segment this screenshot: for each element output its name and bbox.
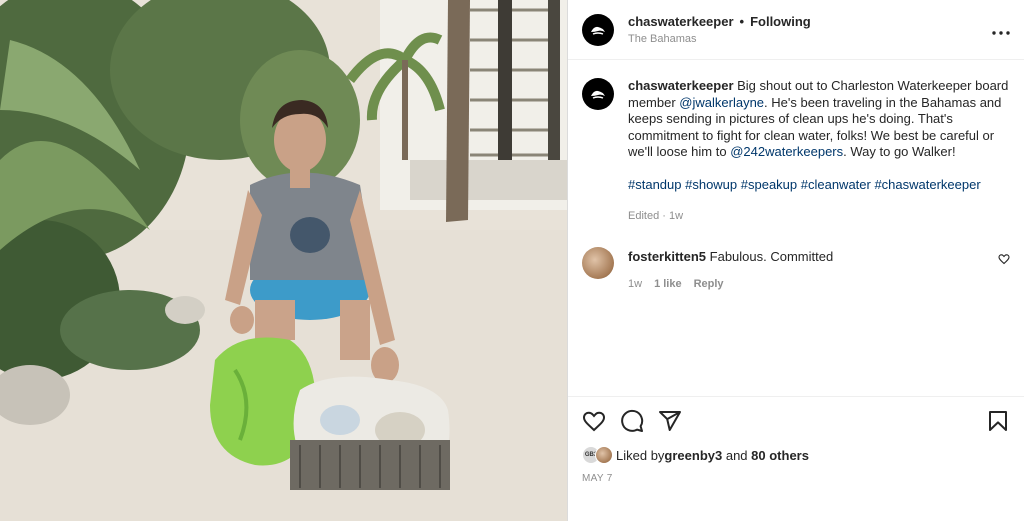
post-image xyxy=(0,0,567,521)
caption: chaswaterkeeper Big shout out to Charles… xyxy=(582,78,1010,225)
caption-username[interactable]: chaswaterkeeper xyxy=(628,78,734,93)
comment-item: fosterkitten5 Fabulous. Committed 1w 1 l… xyxy=(582,246,1010,290)
username-link[interactable]: chaswaterkeeper xyxy=(628,14,734,29)
comment-meta: 1w 1 like Reply xyxy=(628,278,833,290)
commenter-avatar[interactable] xyxy=(582,246,614,279)
avatar[interactable] xyxy=(582,13,614,46)
comment-likes[interactable]: 1 like xyxy=(654,278,682,290)
waterkeeper-logo-icon xyxy=(587,18,609,41)
liked-by-and: and xyxy=(722,447,752,463)
like-heart-icon[interactable] xyxy=(582,409,606,433)
mention-242waterkeepers[interactable]: @242waterkeepers xyxy=(730,144,843,159)
post-header-meta: chaswaterkeeper • Following The Bahamas xyxy=(628,14,811,45)
liked-by-user[interactable]: greenby3 xyxy=(664,448,722,463)
post-details-panel: chaswaterkeeper • Following The Bahamas xyxy=(567,0,1024,521)
comment-text: Fabulous. Committed xyxy=(706,248,834,264)
more-horizontal-icon xyxy=(992,31,1010,35)
save-bookmark-icon[interactable] xyxy=(986,409,1010,433)
caption-text: chaswaterkeeper Big shout out to Charles… xyxy=(628,78,1010,225)
comment-heart-icon[interactable] xyxy=(998,253,1010,265)
comment-time: 1w xyxy=(628,277,643,290)
liked-by: GB3 Liked by greenby3 and 80 others xyxy=(582,445,1010,465)
liker-avatar-2 xyxy=(595,446,613,464)
mention-jwalkerlayne[interactable]: @jwalkerlayne xyxy=(679,95,764,110)
separator-dot: • xyxy=(739,14,745,29)
share-send-icon[interactable] xyxy=(658,409,682,433)
liked-by-prefix: Liked by xyxy=(616,447,665,463)
commenter-username[interactable]: fosterkitten5 xyxy=(628,249,706,264)
post-photo[interactable] xyxy=(0,0,567,521)
comments-area: chaswaterkeeper Big shout out to Charles… xyxy=(568,60,1024,396)
post-container: chaswaterkeeper • Following The Bahamas xyxy=(0,0,1024,521)
location-link[interactable]: The Bahamas xyxy=(628,33,811,45)
liked-by-others[interactable]: 80 others xyxy=(751,448,809,463)
waterkeeper-logo-icon xyxy=(587,83,609,105)
action-icons xyxy=(582,409,1010,433)
reply-button[interactable]: Reply xyxy=(694,278,724,290)
liked-by-avatars: GB3 xyxy=(582,445,616,465)
more-options-button[interactable] xyxy=(992,22,1010,40)
post-header: chaswaterkeeper • Following The Bahamas xyxy=(568,0,1024,60)
hashtags[interactable]: #standup #showup #speakup #cleanwater #c… xyxy=(628,177,1010,194)
comment-bubble-icon[interactable] xyxy=(620,409,644,433)
caption-part3: . Way to go Walker! xyxy=(843,144,956,159)
post-date[interactable]: MAY 7 xyxy=(582,473,1010,484)
post-actions: GB3 Liked by greenby3 and 80 others MAY … xyxy=(568,396,1024,521)
caption-avatar[interactable] xyxy=(582,78,614,110)
following-button[interactable]: Following xyxy=(750,14,811,29)
edited-timestamp: Edited · 1w xyxy=(628,210,684,222)
